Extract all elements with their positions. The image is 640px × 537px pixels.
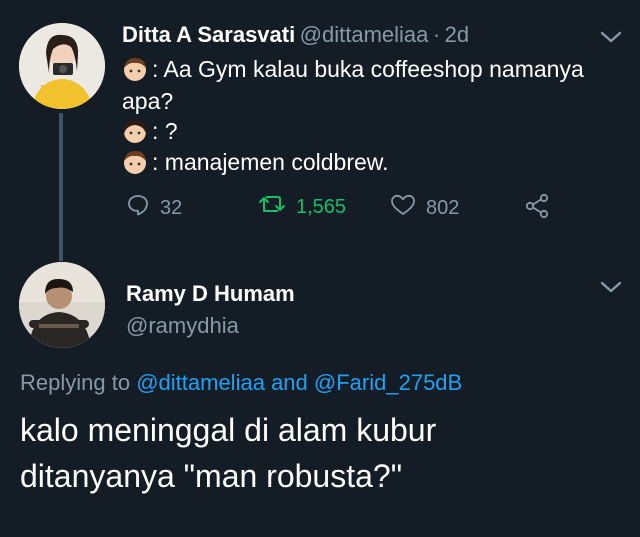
like-button[interactable]: 802 [390, 193, 459, 223]
like-icon [390, 193, 416, 223]
tweet-text-line-2: ditanyanya "man robusta?" [20, 458, 403, 494]
author-name[interactable]: Ditta A Sarasvati [122, 22, 295, 47]
author-handle[interactable]: @ramydhia [126, 313, 239, 339]
retweet-icon [258, 193, 286, 221]
reply-button[interactable]: 32 [126, 193, 182, 223]
tweet1-header: Ditta A Sarasvati @dittameliaa · 2d [122, 22, 469, 48]
chevron-down-icon[interactable] [600, 30, 622, 49]
chevron-down-icon[interactable] [600, 280, 622, 299]
reply-count: 32 [160, 196, 183, 219]
separator-dot: · [432, 22, 441, 47]
boy-face-icon [122, 149, 148, 175]
reply-icon [126, 193, 150, 223]
girl-face-icon [122, 118, 148, 144]
author-handle[interactable]: @dittameliaa [300, 22, 429, 47]
replying-to: Replying to @dittameliaa and @Farid_275d… [20, 370, 463, 395]
retweet-count: 1,565 [296, 195, 347, 218]
like-count: 802 [426, 196, 460, 219]
share-icon [524, 193, 550, 225]
author-name[interactable]: Ramy D Humam [126, 281, 295, 307]
reply-and: and [271, 370, 308, 395]
avatar-ditta[interactable] [19, 23, 105, 109]
boy-face-icon [122, 56, 148, 82]
avatar-ramy[interactable] [19, 262, 105, 348]
tweet-line-1: : Aa Gym kalau buka coffeeshop namanya [122, 56, 584, 83]
mention-link-farid[interactable]: @Farid_275dB [314, 370, 462, 395]
tweet-line-2: apa? [122, 88, 174, 114]
timestamp[interactable]: 2d [445, 22, 469, 47]
share-button[interactable] [524, 193, 550, 225]
tweet-line-4: : manajemen coldbrew. [122, 149, 389, 176]
tweet-line-3: : ? [122, 118, 178, 145]
tweet-text-line-1: kalo meninggal di alam kubur [20, 412, 437, 448]
mention-link-dittameliaa[interactable]: @dittameliaa [136, 370, 265, 395]
retweet-button[interactable]: 1,565 [258, 193, 346, 221]
thread-line [59, 113, 63, 261]
